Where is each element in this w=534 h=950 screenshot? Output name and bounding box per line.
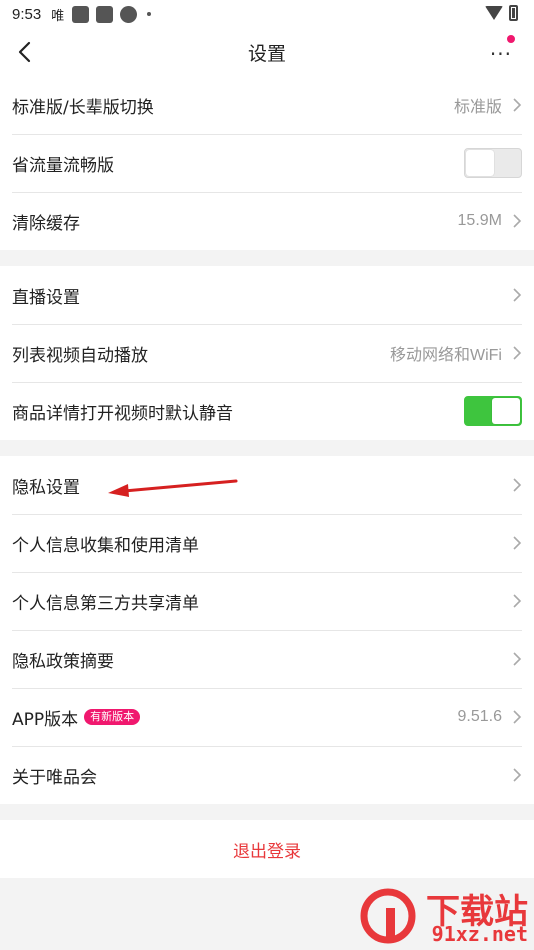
- row-label: 省流量流畅版: [12, 155, 114, 176]
- row-live-settings[interactable]: 直播设置: [0, 266, 534, 324]
- annotation-arrow-icon: [108, 479, 238, 497]
- row-privacy-summary[interactable]: 隐私政策摘要: [0, 630, 534, 688]
- data-saver-toggle[interactable]: [464, 148, 522, 178]
- chevron-right-icon: [513, 346, 522, 360]
- row-privacy-settings[interactable]: 隐私设置: [0, 456, 534, 514]
- notification-icon: [96, 5, 114, 23]
- status-app-label: 唯: [51, 8, 65, 24]
- more-notifications-icon: [147, 12, 152, 16]
- settings-group-privacy: 隐私设置 个人信息收集和使用清单 个人信息第三方共享清单 隐私政策摘要 APP版…: [0, 456, 534, 804]
- sync-icon: [120, 5, 138, 23]
- row-label: 个人信息收集和使用清单: [12, 535, 199, 556]
- row-clear-cache[interactable]: 清除缓存 15.9M: [0, 192, 534, 250]
- row-version-switch[interactable]: 标准版/长辈版切换 标准版: [0, 76, 534, 134]
- settings-group-video: 直播设置 列表视频自动播放 移动网络和WiFi 商品详情打开视频时默认静音: [0, 266, 534, 440]
- chevron-right-icon: [513, 478, 522, 492]
- row-label: 隐私政策摘要: [12, 651, 114, 672]
- row-value: 移动网络和WiFi: [390, 347, 502, 364]
- row-label: 直播设置: [12, 287, 80, 308]
- chevron-right-icon: [513, 98, 522, 112]
- row-third-party-list[interactable]: 个人信息第三方共享清单: [0, 572, 534, 630]
- chevron-right-icon: [513, 536, 522, 550]
- row-personal-info-list[interactable]: 个人信息收集和使用清单: [0, 514, 534, 572]
- row-mute-video: 商品详情打开视频时默认静音: [0, 382, 534, 440]
- back-icon[interactable]: [14, 40, 38, 64]
- app-version-label: APP版本: [12, 709, 79, 730]
- row-value: 9.51.6: [457, 708, 502, 725]
- chevron-right-icon: [513, 214, 522, 228]
- notification-icon: [72, 5, 90, 23]
- watermark-logo-icon: [360, 888, 416, 944]
- chevron-right-icon: [513, 768, 522, 782]
- status-bar: 9:53 唯: [0, 0, 534, 28]
- row-label: 隐私设置: [12, 477, 80, 498]
- watermark-url: 91xz.net: [431, 922, 528, 946]
- notification-badge: [507, 35, 515, 43]
- row-value: 15.9M: [457, 212, 502, 229]
- row-value: 标准版: [453, 99, 502, 116]
- row-data-saver: 省流量流畅版: [0, 134, 534, 192]
- row-about[interactable]: 关于唯品会: [0, 746, 534, 804]
- logout-button[interactable]: 退出登录: [0, 820, 534, 878]
- wifi-icon: [485, 6, 503, 20]
- logout-label: 退出登录: [233, 841, 301, 862]
- row-label: 清除缓存: [12, 213, 80, 234]
- battery-icon: [509, 5, 518, 21]
- chevron-right-icon: [513, 710, 522, 724]
- navigation-bar: 设置 ···: [0, 28, 534, 76]
- row-label: 列表视频自动播放: [12, 345, 148, 366]
- row-label: APP版本 有新版本: [12, 705, 458, 730]
- row-label: 关于唯品会: [12, 767, 97, 788]
- toggle-knob: [466, 150, 494, 176]
- row-label: 个人信息第三方共享清单: [12, 593, 199, 614]
- row-app-version[interactable]: APP版本 有新版本 9.51.6: [0, 688, 534, 746]
- row-autoplay[interactable]: 列表视频自动播放 移动网络和WiFi: [0, 324, 534, 382]
- mute-video-toggle[interactable]: [464, 396, 522, 426]
- status-indicators: [485, 5, 518, 21]
- more-menu-icon[interactable]: ···: [490, 42, 512, 66]
- chevron-right-icon: [513, 288, 522, 302]
- new-version-badge: 有新版本: [84, 709, 141, 725]
- chevron-right-icon: [513, 594, 522, 608]
- row-label: 标准版/长辈版切换: [12, 97, 154, 118]
- toggle-knob: [492, 398, 520, 424]
- watermark: 下载站 91xz.net: [354, 880, 534, 950]
- chevron-right-icon: [513, 652, 522, 666]
- row-label: 商品详情打开视频时默认静音: [12, 403, 233, 424]
- settings-group-general: 标准版/长辈版切换 标准版 省流量流畅版 清除缓存 15.9M: [0, 76, 534, 250]
- page-title: 设置: [247, 42, 286, 65]
- status-time: 9:53: [12, 5, 42, 23]
